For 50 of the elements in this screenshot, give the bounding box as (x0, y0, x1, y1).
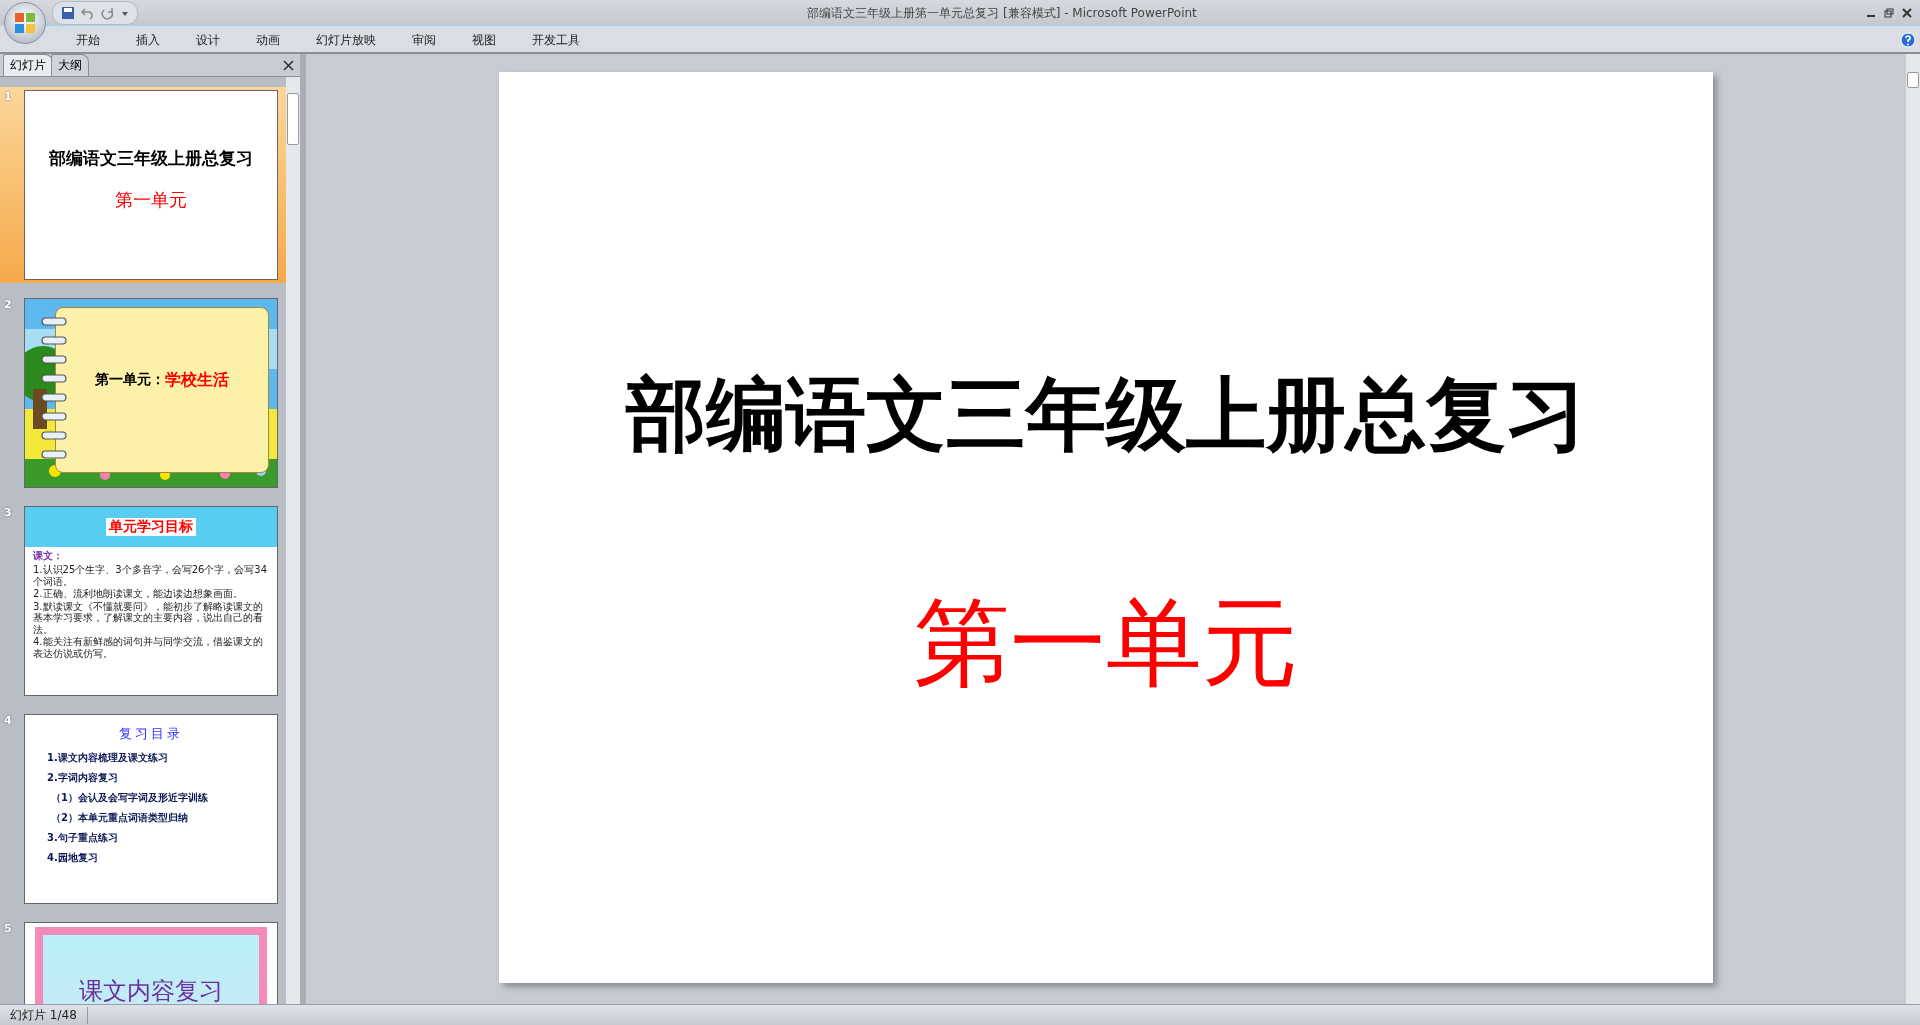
help-icon[interactable] (1900, 32, 1916, 48)
ribbon-tab[interactable]: 设计 (178, 29, 238, 51)
slide-title: 课文内容复习 (79, 976, 223, 1004)
slide-subtitle: 第一单元 (914, 586, 1298, 701)
goal-text: 3.默读课文《不懂就要问》，能初步了解略读课文的基本学习要求，了解课文的主要内容，说出自己的看法。 (33, 600, 264, 635)
save-icon[interactable] (61, 6, 75, 20)
slide-title: 第一单元： (95, 371, 165, 389)
slide-title: 复习目录 (118, 725, 184, 743)
goal-text: 2.正确、流利地朗读课文，能边读边想象画面。 (33, 588, 244, 600)
redo-icon[interactable] (101, 6, 115, 20)
window-title: 部编语文三年级上册第一单元总复习 [兼容模式] - Microsoft PowerPoint (806, 4, 1198, 22)
ribbon-tab[interactable]: 插入 (118, 29, 178, 51)
slide-number: 3 (4, 506, 13, 521)
ribbon-tab[interactable]: 开发工具 (514, 29, 598, 51)
close-icon[interactable] (1902, 8, 1912, 18)
panel-tab[interactable]: 幻灯片 (3, 54, 53, 76)
contents-subitem: （2）本单元重点词语类型归纳 (50, 811, 189, 825)
section-label: 课文： (33, 549, 64, 563)
undo-icon[interactable] (81, 6, 95, 20)
office-logo-icon (14, 12, 36, 34)
slide-thumbnail[interactable]: 1 部编语文三年级上册总复习 第一单元 (0, 87, 286, 283)
slide-number: 4 (4, 714, 13, 729)
slide-number: 1 (4, 90, 13, 105)
scrollbar[interactable] (286, 77, 300, 1004)
ribbon-tab[interactable]: 动画 (238, 29, 298, 51)
contents-item: 3.句子重点练习 (47, 831, 119, 845)
contents-item: 2.字词内容复习 (47, 771, 119, 785)
dropdown-icon[interactable] (121, 9, 129, 17)
scrollbar[interactable] (1906, 54, 1920, 1004)
office-button[interactable] (4, 2, 46, 44)
restore-icon[interactable] (1884, 8, 1894, 18)
slide-title: 部编语文三年级上册总复习 (626, 366, 1586, 463)
goal-text: 4.能关注有新鲜感的词句并与同学交流，借鉴课文的表达仿说或仿写。 (33, 636, 264, 659)
slide-counter: 幻灯片 1/48 (0, 1006, 88, 1024)
slide-title: 部编语文三年级上册总复习 (48, 147, 254, 170)
contents-item: 1.课文内容梳理及课文练习 (47, 751, 169, 765)
goal-text: 1.认识25个生字、3个多音字，会写26个字，会写34个词语。 (33, 564, 269, 587)
ribbon-tab[interactable]: 幻灯片放映 (298, 29, 394, 51)
slide-title-highlight: 学校生活 (165, 369, 229, 391)
slide-number: 5 (4, 922, 13, 937)
contents-subitem: （1）会认及会写字词及形近字训练 (50, 791, 209, 805)
slide-subtitle: 第一单元 (114, 188, 188, 212)
contents-item: 4.园地复习 (47, 851, 99, 865)
slide-number: 2 (4, 298, 13, 313)
ribbon-tab[interactable]: 视图 (454, 29, 514, 51)
close-icon[interactable] (283, 60, 294, 71)
slide-title: 单元学习目标 (106, 518, 196, 536)
ribbon-tab[interactable]: 审阅 (394, 29, 454, 51)
panel-tab[interactable]: 大纲 (51, 54, 89, 76)
ribbon-tab[interactable]: 开始 (58, 29, 118, 51)
